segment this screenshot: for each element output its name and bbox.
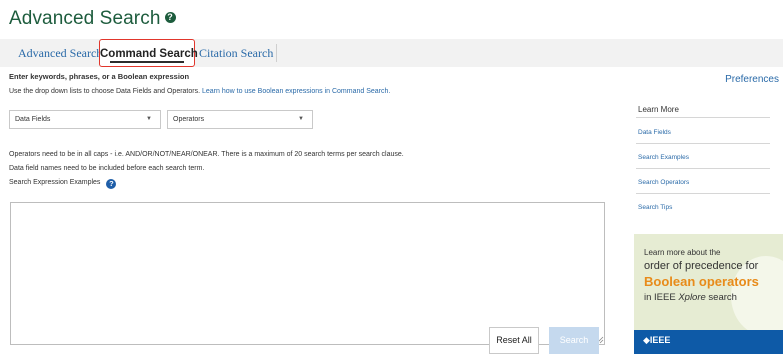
- tab-advanced-search[interactable]: Advanced Search: [18, 39, 102, 67]
- operators-note: Operators need to be in all caps - i.e. …: [9, 151, 404, 158]
- divider: [636, 117, 770, 118]
- sidebar-link-data-fields[interactable]: Data Fields: [638, 129, 671, 136]
- operators-dropdown[interactable]: Operators ▼: [167, 110, 313, 129]
- divider: [636, 143, 770, 144]
- reset-all-button[interactable]: Reset All: [489, 327, 539, 354]
- active-tab-underline: [110, 61, 184, 63]
- divider: [636, 168, 770, 169]
- operators-dropdown-value: Operators: [173, 116, 205, 123]
- promo-line-4-prefix: in IEEE: [644, 292, 679, 303]
- page-title-text: Advanced Search: [9, 8, 161, 29]
- tab-command-search[interactable]: Command Search: [99, 39, 198, 67]
- data-fields-dropdown[interactable]: Data Fields ▼: [9, 110, 161, 129]
- boolean-operators-promo-banner[interactable]: Learn more about the order of precedence…: [634, 234, 783, 354]
- chevron-down-icon: ▼: [146, 116, 152, 122]
- learn-more-heading: Learn More: [638, 105, 679, 114]
- instructions-subtext: Use the drop down lists to choose Data F…: [9, 88, 390, 95]
- promo-line-4-suffix: search: [705, 292, 737, 303]
- ieee-brand-bar: ◆IEEE: [634, 330, 783, 354]
- examples-label: Search Expression Examples: [9, 179, 101, 186]
- ieee-brand-text: IEEE: [649, 335, 671, 345]
- search-label: Search: [559, 335, 589, 345]
- data-fields-dropdown-value: Data Fields: [15, 116, 51, 123]
- tab-citation-search[interactable]: Citation Search: [199, 39, 273, 67]
- help-icon[interactable]: ?: [164, 12, 176, 23]
- promo-line-2: order of precedence for: [644, 260, 759, 272]
- page-title: Advanced Search?: [9, 8, 176, 30]
- question-icon[interactable]: ?: [106, 179, 117, 189]
- promo-line-4: in IEEE Xplore search: [644, 292, 737, 303]
- preferences-link[interactable]: Preferences: [725, 74, 779, 85]
- promo-line-4-xplore: Xplore: [678, 292, 706, 303]
- sidebar-link-search-examples[interactable]: Search Examples: [638, 154, 689, 161]
- search-expression-examples: Search Expression Examples?: [9, 179, 117, 189]
- ieee-logo: ◆IEEE: [643, 335, 670, 346]
- search-button[interactable]: Search: [549, 327, 599, 354]
- instructions-text: Use the drop down lists to choose Data F…: [9, 88, 201, 95]
- boolean-help-link[interactable]: Learn how to use Boolean expressions in …: [202, 88, 390, 95]
- promo-line-1: Learn more about the: [644, 248, 721, 257]
- diamond-icon: ◆: [643, 335, 650, 345]
- field-names-note: Data field names need to be included bef…: [9, 165, 205, 172]
- sidebar-link-search-tips[interactable]: Search Tips: [638, 204, 672, 211]
- tab-command-search-label: Command Search: [100, 48, 198, 60]
- instructions-heading: Enter keywords, phrases, or a Boolean ex…: [9, 72, 190, 81]
- search-expression-input[interactable]: [10, 202, 605, 345]
- chevron-down-icon: ▼: [298, 116, 304, 122]
- sidebar-link-search-operators[interactable]: Search Operators: [638, 179, 689, 186]
- divider: [636, 193, 770, 194]
- search-tabs: Advanced Search Command Search Citation …: [0, 39, 783, 67]
- reset-all-label: Reset All: [496, 335, 532, 345]
- tab-divider: [276, 44, 277, 62]
- promo-line-3: Boolean operators: [644, 274, 759, 289]
